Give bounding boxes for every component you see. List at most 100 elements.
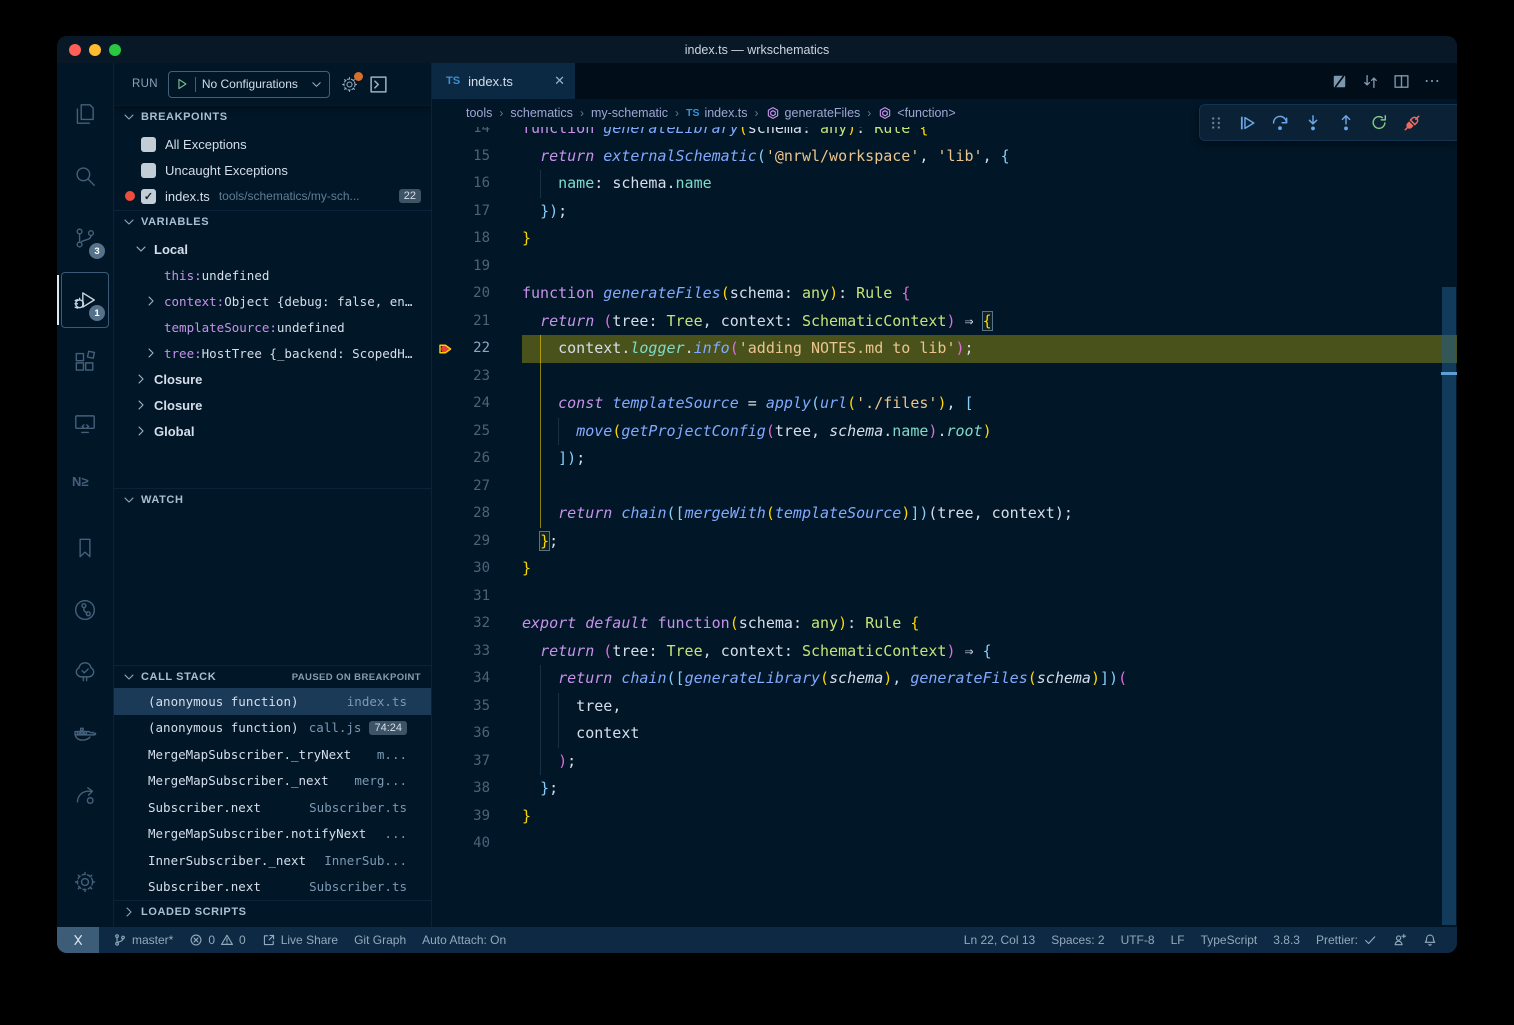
activity-run-debug[interactable]: 1 (57, 269, 113, 331)
code-line[interactable]: 25 move(getProjectConfig(tree, schema.na… (432, 418, 1457, 446)
call-stack-frame[interactable]: Subscriber.nextSubscriber.ts (114, 794, 431, 821)
gutter-glyph-margin[interactable] (432, 830, 462, 858)
compare-changes-icon[interactable] (1362, 73, 1379, 90)
call-stack-frame[interactable]: (anonymous function)call.js74:24 (114, 715, 431, 742)
close-window-button[interactable] (69, 44, 81, 56)
status-notifications[interactable] (1415, 927, 1445, 953)
code-line[interactable]: 24 const templateSource = apply(url('./f… (432, 390, 1457, 418)
code-line[interactable]: 16 name: schema.name (432, 170, 1457, 198)
code-line[interactable]: 32export default function(schema: any): … (432, 610, 1457, 638)
breakpoint-item[interactable]: Uncaught Exceptions (114, 157, 431, 183)
gutter-glyph-margin[interactable] (432, 308, 462, 336)
gutter-glyph-margin[interactable] (432, 803, 462, 831)
gutter-glyph-margin[interactable] (432, 253, 462, 281)
code-line[interactable]: 20function generateFiles(schema: any): R… (432, 280, 1457, 308)
status-indentation[interactable]: Spaces: 2 (1043, 927, 1112, 953)
more-actions-icon[interactable]: ⋯ (1424, 73, 1441, 90)
gutter-glyph-margin[interactable] (432, 693, 462, 721)
gutter-glyph-margin[interactable] (432, 775, 462, 803)
variables-scope-closure[interactable]: Closure (114, 392, 431, 418)
debug-console-button[interactable] (369, 75, 388, 94)
debug-step-into-button[interactable] (1296, 108, 1329, 138)
breakpoint-item[interactable]: All Exceptions (114, 131, 431, 157)
gutter-glyph-margin[interactable] (432, 170, 462, 198)
breadcrumb-item[interactable]: schematics (510, 106, 573, 120)
breakpoint-item[interactable]: ✓index.tstools/schematics/my-sch...22 (114, 183, 431, 209)
code-line[interactable]: 35 tree, (432, 693, 1457, 721)
breakpoint-checkbox[interactable] (141, 163, 156, 178)
status-live-share[interactable]: Live Share (254, 927, 346, 953)
code-line[interactable]: 38 }; (432, 775, 1457, 803)
variable-item[interactable]: this: undefined (114, 262, 431, 288)
status-feedback[interactable] (1385, 927, 1415, 953)
code-line[interactable]: 40 (432, 830, 1457, 858)
code-line[interactable]: 28 return chain([mergeWith(templateSourc… (432, 500, 1457, 528)
gutter-glyph-margin[interactable] (432, 500, 462, 528)
launch-configuration-dropdown[interactable]: No Configurations (168, 71, 330, 98)
breadcrumb-item[interactable]: generateFiles (766, 106, 861, 120)
status-eol[interactable]: LF (1163, 927, 1193, 953)
code-line[interactable]: 29 }; (432, 528, 1457, 556)
activity-source-control[interactable]: 3 (57, 207, 113, 269)
breadcrumb-item[interactable]: tools (466, 106, 492, 120)
variables-scope-global[interactable]: Global (114, 418, 431, 444)
minimize-window-button[interactable] (89, 44, 101, 56)
gutter-glyph-margin[interactable] (432, 198, 462, 226)
status-cursor-position[interactable]: Ln 22, Col 13 (956, 927, 1043, 953)
code-line[interactable]: 31 (432, 583, 1457, 611)
code-line[interactable]: 36 context (432, 720, 1457, 748)
code-line[interactable]: 19 (432, 253, 1457, 281)
gutter-glyph-margin[interactable] (432, 720, 462, 748)
code-line[interactable]: 37 ); (432, 748, 1457, 776)
activity-docker[interactable] (57, 703, 113, 765)
gutter-glyph-margin[interactable] (432, 143, 462, 171)
scrollbar-thumb[interactable] (1442, 287, 1456, 925)
editor-scrollbar[interactable] (1441, 99, 1457, 927)
gutter-glyph-margin[interactable] (432, 610, 462, 638)
breakpoints-section-header[interactable]: BREAKPOINTS (114, 105, 431, 128)
status-ts-version[interactable]: 3.8.3 (1265, 927, 1308, 953)
activity-settings[interactable] (57, 851, 113, 913)
debug-step-over-button[interactable] (1263, 108, 1296, 138)
gutter-glyph-margin[interactable] (432, 638, 462, 666)
call-stack-frame[interactable]: Subscriber.nextSubscriber.ts (114, 874, 431, 901)
gutter-glyph-margin[interactable] (432, 528, 462, 556)
activity-git-graph-view[interactable] (57, 579, 113, 641)
activity-bookmarks[interactable] (57, 517, 113, 579)
status-prettier[interactable]: Prettier: (1308, 927, 1385, 953)
activity-explorer[interactable] (57, 83, 113, 145)
code-line[interactable]: 23 (432, 363, 1457, 391)
code-line[interactable]: 17 }); (432, 198, 1457, 226)
activity-live-share-view[interactable] (57, 765, 113, 827)
breadcrumb-item[interactable]: TSindex.ts (686, 106, 748, 120)
code-area[interactable]: 14function generateLibrary(schema: any):… (432, 99, 1457, 927)
status-encoding[interactable]: UTF-8 (1113, 927, 1163, 953)
variable-item[interactable]: context: Object {debug: false, en… (114, 288, 431, 314)
call-stack-frame[interactable]: MergeMapSubscriber._tryNextm... (114, 741, 431, 768)
code-line[interactable]: 15 return externalSchematic('@nrwl/works… (432, 143, 1457, 171)
current-code-line[interactable]: 22 context.logger.info('adding NOTES.md … (432, 335, 1457, 363)
maximize-window-button[interactable] (109, 44, 121, 56)
code-line[interactable]: 30} (432, 555, 1457, 583)
code-line[interactable]: 27 (432, 473, 1457, 501)
configure-gear-button[interactable] (340, 75, 359, 94)
code-line[interactable]: 26 ]); (432, 445, 1457, 473)
breakpoint-checkbox[interactable] (141, 137, 156, 152)
activity-nx-console[interactable]: N≥ (57, 455, 113, 517)
breakpoint-checkbox[interactable]: ✓ (141, 189, 156, 204)
status-git-branch[interactable]: master* (105, 927, 181, 953)
breadcrumb-item[interactable]: my-schematic (591, 106, 668, 120)
close-tab-icon[interactable]: ✕ (554, 73, 565, 89)
tab-index-ts[interactable]: TS index.ts ✕ (432, 63, 575, 99)
activity-extensions[interactable] (57, 331, 113, 393)
code-line[interactable]: 33 return (tree: Tree, context: Schemati… (432, 638, 1457, 666)
gutter-glyph-margin[interactable] (432, 748, 462, 776)
code-line[interactable]: 18} (432, 225, 1457, 253)
variables-section-header[interactable]: VARIABLES (114, 210, 431, 233)
watch-section-header[interactable]: WATCH (114, 488, 431, 511)
variable-item[interactable]: templateSource: undefined (114, 314, 431, 340)
variables-scope-local[interactable]: Local (114, 236, 431, 262)
debug-disconnect-button[interactable] (1395, 108, 1428, 138)
start-debug-icon[interactable] (175, 77, 189, 91)
activity-test-explorer[interactable] (57, 641, 113, 703)
